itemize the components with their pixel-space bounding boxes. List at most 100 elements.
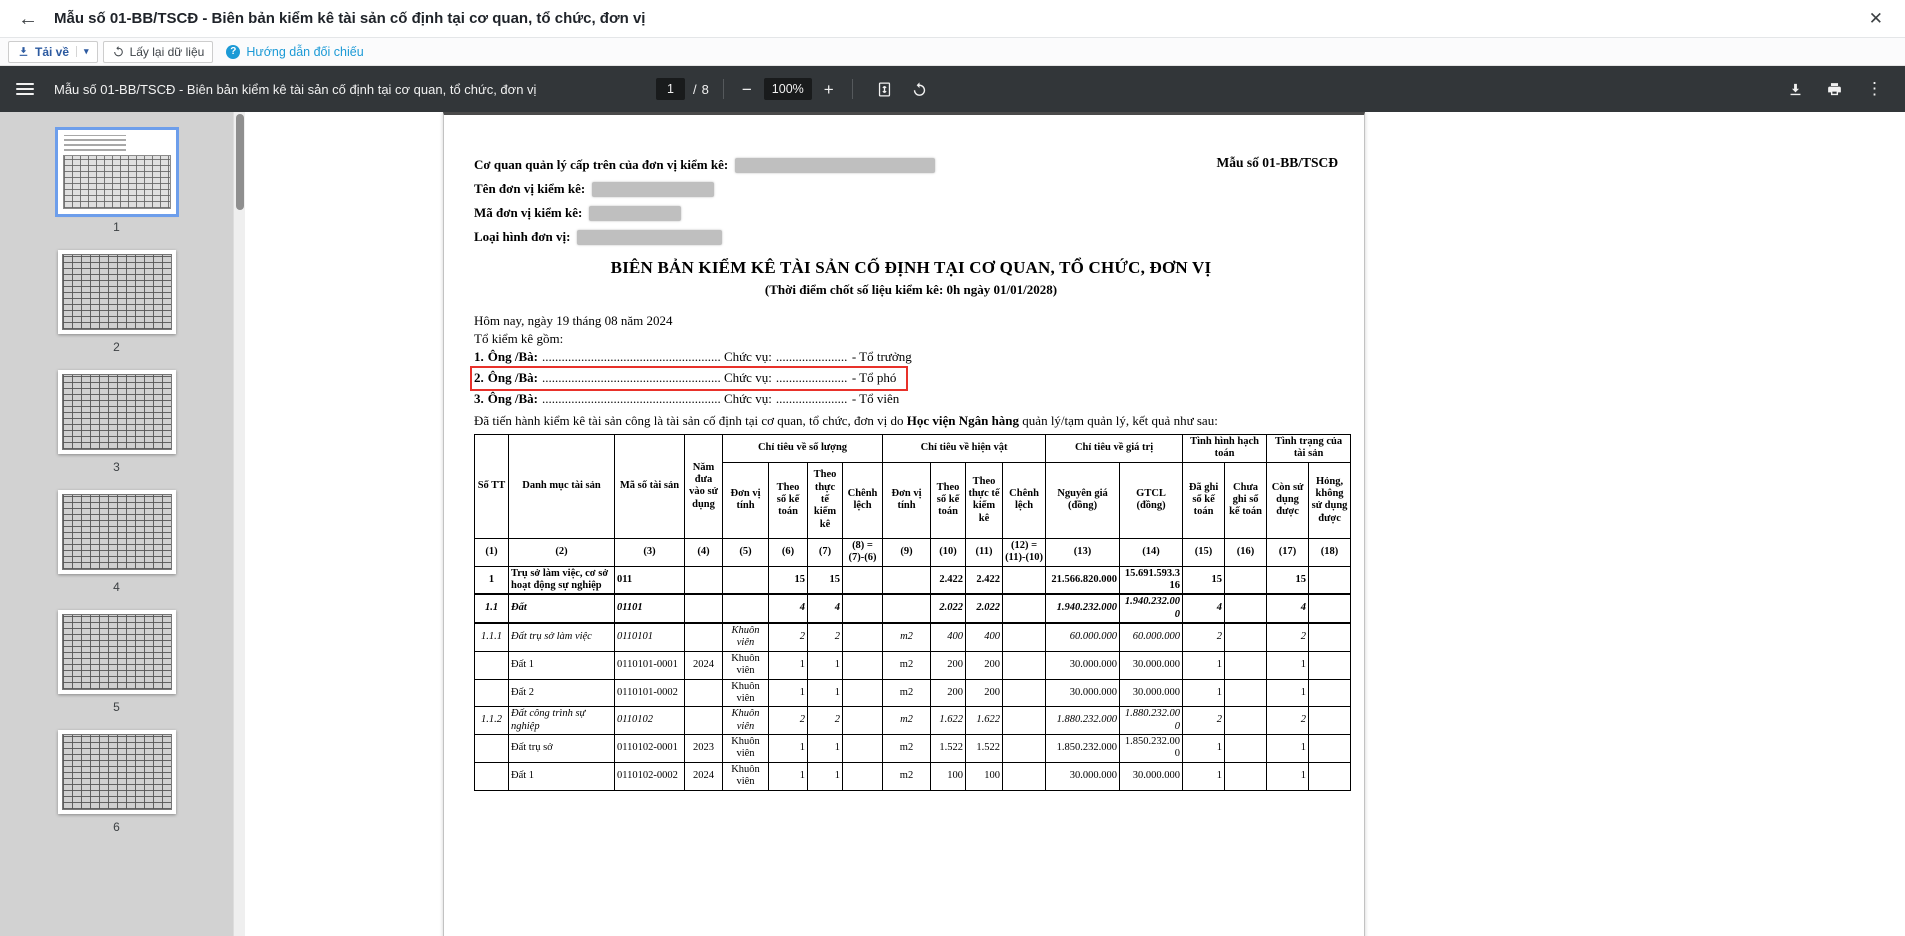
back-icon[interactable]: ← [18, 9, 38, 29]
asset-table-cell: Khuôn viên [723, 735, 769, 763]
asset-table-cell [475, 679, 509, 707]
page-thumbnail-4[interactable] [58, 490, 176, 574]
asset-table-cell: 15 [1267, 566, 1309, 594]
asset-table-cell [723, 594, 769, 623]
col-header-residual: GTCL (đồng) [1120, 462, 1183, 538]
col-header-stt: Số TT [475, 435, 509, 539]
document-title: BIÊN BẢN KIỂM KÊ TÀI SẢN CỐ ĐỊNH TẠI CƠ … [474, 258, 1348, 278]
thumbnail-art [62, 614, 172, 690]
column-number-row: (1)(2)(3)(4)(5)(6)(7)(8) = (7)-(6)(9)(10… [475, 538, 1351, 566]
asset-table-cell [1225, 651, 1267, 679]
asset-table-cell: 2 [808, 707, 843, 735]
column-number: (9) [883, 538, 931, 566]
asset-table-cell [685, 566, 723, 594]
column-number: (18) [1309, 538, 1351, 566]
asset-table-cell: 30.000.000 [1046, 679, 1120, 707]
page-count: / 8 [693, 82, 709, 97]
asset-table-cell: 1.850.232.000 [1046, 735, 1120, 763]
column-number: (7) [808, 538, 843, 566]
thumbnail-page-number: 6 [113, 820, 120, 834]
page-thumbnail-1[interactable] [58, 130, 176, 214]
asset-table-cell: 30.000.000 [1120, 651, 1183, 679]
member-name-label: Ông /Bà: [488, 349, 538, 364]
asset-table-cell: 1 [769, 679, 808, 707]
asset-table-cell: 1.940.232.000 [1046, 594, 1120, 623]
scrollbar-thumb[interactable] [236, 114, 244, 210]
team-intro: Tổ kiểm kê gồm: [474, 330, 1348, 347]
column-number: (10) [931, 538, 966, 566]
asset-table-cell: m2 [883, 679, 931, 707]
guide-link[interactable]: ? Hướng dẫn đối chiếu [226, 45, 363, 59]
meta-line: Mã đơn vị kiểm kê: [474, 201, 1348, 225]
asset-table-cell [1003, 707, 1046, 735]
asset-table-cell: 100 [931, 762, 966, 790]
page-title: Mẫu số 01-BB/TSCĐ - Biên bản kiểm kê tài… [54, 10, 1865, 27]
asset-table-cell: 1 [1267, 679, 1309, 707]
asset-table-cell [1225, 623, 1267, 651]
page-thumbnail-5[interactable] [58, 610, 176, 694]
download-button[interactable]: Tải về ▾ [8, 41, 98, 63]
asset-table-row: 1.1Đất01101442.0222.0221.940.232.0001.94… [475, 594, 1351, 623]
asset-table-cell [475, 762, 509, 790]
pdf-download-icon[interactable] [1787, 81, 1804, 98]
column-number: (16) [1225, 538, 1267, 566]
print-icon[interactable] [1826, 81, 1843, 98]
zoom-level: 100% [764, 78, 812, 100]
member-role: - Tổ trưởng [852, 349, 912, 364]
page-number-input[interactable]: 1 [656, 78, 685, 100]
more-options-icon[interactable]: ⋮ [1860, 79, 1889, 99]
member-name-label: Ông /Bà: [488, 370, 538, 385]
thumbnail-art [62, 254, 172, 330]
reload-data-button[interactable]: Lấy lại dữ liệu [103, 41, 214, 63]
asset-table-cell: 1 [769, 651, 808, 679]
asset-table-cell: 2.022 [931, 594, 966, 623]
page-thumbnail-6[interactable] [58, 730, 176, 814]
asset-table-cell [1309, 651, 1351, 679]
thumbnail-art [64, 135, 126, 151]
asset-table-cell: Khuôn viên [723, 707, 769, 735]
member-role: - Tổ viên [852, 391, 899, 406]
asset-table-cell: Đất [509, 594, 615, 623]
asset-table-cell [475, 735, 509, 763]
asset-table-cell: 100 [966, 762, 1003, 790]
column-number: (14) [1120, 538, 1183, 566]
thumbnail-page-number: 5 [113, 700, 120, 714]
sidebar-scrollbar[interactable] [233, 112, 245, 936]
asset-table-cell: 2.422 [931, 566, 966, 594]
zoom-out-icon[interactable]: − [738, 81, 756, 98]
asset-table-cell: 0110101 [615, 623, 685, 651]
asset-table-cell: 1 [808, 762, 843, 790]
asset-table-cell: 2 [1267, 623, 1309, 651]
redacted-value [589, 206, 681, 221]
page-thumbnail-2[interactable] [58, 250, 176, 334]
asset-table-cell: 1.850.232.000 [1120, 735, 1183, 763]
asset-table-cell: 1 [1267, 762, 1309, 790]
col-header-actual-qty: Theo thực tế kiểm kê [808, 462, 843, 538]
fit-page-icon[interactable] [876, 81, 893, 98]
asset-table-cell: m2 [883, 707, 931, 735]
viewer-content: 123456 Mẫu số 01-BB/TSCĐ Cơ quan quản lý… [0, 112, 1905, 936]
rotate-icon[interactable] [911, 81, 928, 98]
asset-table-cell: Khuôn viên [723, 651, 769, 679]
page-thumbnail-3[interactable] [58, 370, 176, 454]
asset-table-cell: 1.522 [966, 735, 1003, 763]
asset-table-cell: 2023 [685, 735, 723, 763]
thumbnail-page-number: 2 [113, 340, 120, 354]
close-icon[interactable]: ✕ [1865, 7, 1887, 31]
menu-icon[interactable] [16, 83, 34, 95]
thumbnail-page-number: 4 [113, 580, 120, 594]
pdf-controls: 1 / 8 − 100% + [656, 78, 937, 100]
column-number: (11) [966, 538, 1003, 566]
asset-table-cell [1309, 623, 1351, 651]
asset-table-cell: 1.1.1 [475, 623, 509, 651]
zoom-in-icon[interactable]: + [820, 81, 838, 98]
chevron-down-icon[interactable]: ▾ [76, 46, 89, 57]
committee-member-line: 3.Ông /Bà:..............................… [472, 389, 909, 410]
column-number: (17) [1267, 538, 1309, 566]
asset-table-cell: 0110102 [615, 707, 685, 735]
asset-table-cell [843, 735, 883, 763]
col-group-condition: Tình trạng của tài sản [1267, 435, 1351, 463]
asset-table-cell [475, 651, 509, 679]
summary-line: Đã tiến hành kiểm kê tài sản công là tài… [474, 412, 1348, 429]
column-number: (5) [723, 538, 769, 566]
